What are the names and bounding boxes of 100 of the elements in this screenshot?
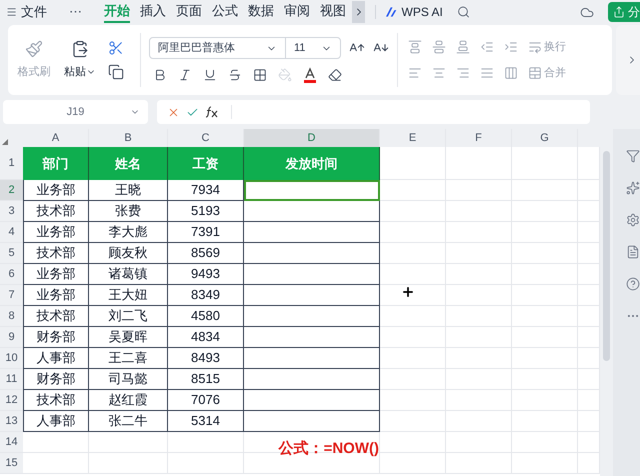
wrap-icon[interactable]: [528, 40, 542, 54]
select-all-icon[interactable]: [2, 139, 8, 145]
ribbon-tab[interactable]: 视图: [320, 1, 346, 23]
align-left-icon[interactable]: [408, 66, 422, 80]
grid-cell[interactable]: [244, 201, 380, 222]
menu-icon[interactable]: [6, 6, 18, 18]
search-icon[interactable]: [456, 5, 470, 19]
grid-cell[interactable]: [244, 180, 380, 201]
row-number[interactable]: 15: [0, 453, 23, 474]
paste-button[interactable]: 粘贴: [64, 64, 86, 80]
row-number[interactable]: 2: [0, 180, 23, 201]
border-icon[interactable]: [253, 68, 267, 82]
indent-icon[interactable]: [504, 40, 518, 54]
row-number[interactable]: 13: [0, 411, 23, 432]
grid-cell[interactable]: [244, 264, 380, 285]
align-bottom-icon[interactable]: [456, 40, 470, 54]
row-number[interactable]: 8: [0, 306, 23, 327]
strikethrough-icon[interactable]: [228, 68, 242, 82]
help-icon[interactable]: [626, 277, 640, 291]
ribbon-tab[interactable]: 插入: [140, 1, 166, 23]
font-color-icon[interactable]: [303, 67, 317, 83]
table-cell: 5314: [168, 411, 244, 432]
cell-reference: J19: [66, 104, 84, 120]
header-cell: 部门: [23, 147, 89, 180]
copy-icon[interactable]: [108, 64, 124, 80]
italic-icon[interactable]: [178, 68, 192, 82]
function-icon[interactable]: [205, 106, 219, 118]
grid-cell[interactable]: [244, 390, 380, 411]
wps-ai-button[interactable]: WPS AI: [402, 3, 443, 21]
align-top-icon[interactable]: [408, 40, 422, 54]
share-button[interactable]: 分: [608, 2, 640, 22]
share-icon[interactable]: [613, 6, 626, 18]
table-cell: 人事部: [23, 348, 89, 369]
row-number[interactable]: 1: [0, 147, 23, 180]
align-center-icon[interactable]: [432, 66, 446, 80]
row-number[interactable]: 6: [0, 264, 23, 285]
tabs-scroll-button[interactable]: [352, 1, 366, 23]
table-cell: 业务部: [23, 222, 89, 243]
column-header[interactable]: F: [446, 129, 512, 147]
align-right-icon[interactable]: [456, 66, 470, 80]
format-painter-icon[interactable]: [25, 40, 43, 58]
row-number[interactable]: 7: [0, 285, 23, 306]
ribbon-tab[interactable]: 公式: [212, 1, 238, 23]
table-cell: 技术部: [23, 306, 89, 327]
outdent-icon[interactable]: [480, 40, 494, 54]
table-cell: 技术部: [23, 390, 89, 411]
table-cell: 8349: [168, 285, 244, 306]
grid-cell[interactable]: [244, 222, 380, 243]
document-icon[interactable]: [626, 245, 640, 259]
table-cell: 王晓: [89, 180, 168, 201]
merge-icon[interactable]: [528, 66, 542, 80]
table-cell: 业务部: [23, 180, 89, 201]
eraser-icon[interactable]: [328, 68, 342, 82]
sparkle-icon[interactable]: [626, 181, 640, 195]
formula-field[interactable]: [157, 100, 590, 124]
column-header[interactable]: D: [244, 129, 380, 147]
table-cell: 业务部: [23, 285, 89, 306]
grid-cell[interactable]: [244, 369, 380, 390]
cut-icon[interactable]: [108, 40, 124, 56]
table-cell: 8493: [168, 348, 244, 369]
row-number[interactable]: 9: [0, 327, 23, 348]
table-cell: 7391: [168, 222, 244, 243]
paste-icon[interactable]: [71, 40, 89, 58]
row-number[interactable]: 4: [0, 222, 23, 243]
header-cell: 发放时间: [244, 147, 380, 180]
distribute-icon[interactable]: [504, 66, 518, 80]
grid-cell[interactable]: [244, 285, 380, 306]
bold-icon[interactable]: [153, 68, 167, 82]
fill-color-icon[interactable]: [278, 68, 292, 82]
table-cell: 9493: [168, 264, 244, 285]
scrollbar-thumb[interactable]: [603, 151, 610, 361]
grid-cell[interactable]: [244, 327, 380, 348]
row-number[interactable]: 5: [0, 243, 23, 264]
row-number[interactable]: 11: [0, 369, 23, 390]
row-number[interactable]: 12: [0, 390, 23, 411]
table-cell: 8515: [168, 369, 244, 390]
grid-cell[interactable]: [244, 348, 380, 369]
table-cell: 张二牛: [89, 411, 168, 432]
underline-icon[interactable]: [203, 68, 217, 82]
align-middle-icon[interactable]: [432, 40, 446, 54]
settings-icon[interactable]: [626, 213, 640, 227]
table-cell: 司马懿: [89, 369, 168, 390]
table-cell: 7934: [168, 180, 244, 201]
grid-cell[interactable]: [244, 243, 380, 264]
grid-cell[interactable]: [244, 411, 380, 432]
file-menu[interactable]: 文件: [21, 2, 48, 22]
justify-icon[interactable]: [480, 66, 494, 80]
column-header[interactable]: E: [380, 129, 446, 147]
row-number[interactable]: 3: [0, 201, 23, 222]
filter-icon[interactable]: [626, 149, 640, 163]
name-box[interactable]: J19: [3, 100, 148, 124]
ribbon-tab[interactable]: 审阅: [284, 1, 310, 23]
column-header[interactable]: G: [512, 129, 578, 147]
cursor-icon: [401, 285, 415, 299]
ribbon-tab[interactable]: 页面: [176, 1, 202, 23]
grid-cell[interactable]: [244, 306, 380, 327]
row-number[interactable]: 14: [0, 432, 23, 453]
row-number[interactable]: 10: [0, 348, 23, 369]
ribbon-tab[interactable]: 数据: [248, 1, 274, 23]
more-menu[interactable]: ⋯: [69, 2, 82, 22]
